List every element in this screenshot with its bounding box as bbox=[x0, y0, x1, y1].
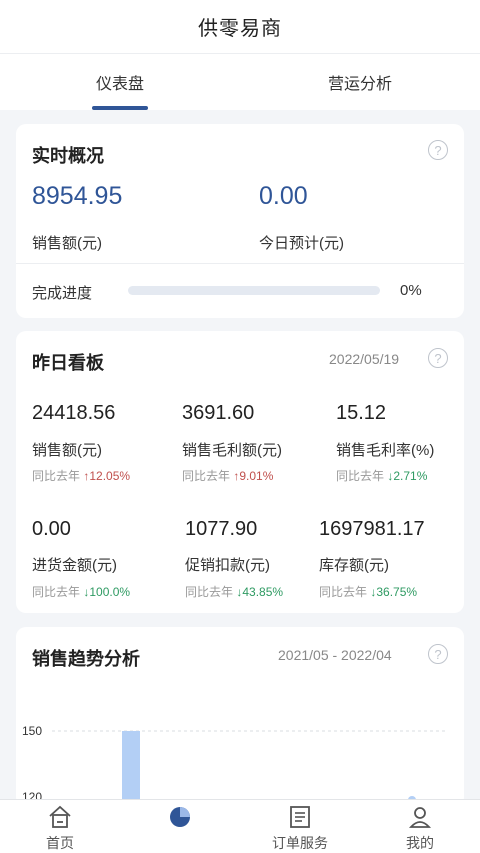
metric-label: 库存额(元) bbox=[319, 557, 389, 574]
yesterday-title: 昨日看板 bbox=[32, 353, 104, 373]
down-arrow-change: ↓100.0% bbox=[83, 585, 131, 599]
yesterday-card: 昨日看板 2022/05/19 ? 24418.56 销售额(元) 同比去年 ↑… bbox=[16, 331, 464, 613]
realtime-forecast-value: 0.00 bbox=[259, 182, 308, 210]
metric-value: 0.00 bbox=[32, 518, 71, 540]
user-icon bbox=[408, 807, 432, 828]
yesterday-date: 2022/05/19 bbox=[329, 351, 400, 367]
bottom-nav: 首页 订单服务 我的 bbox=[0, 799, 480, 853]
top-tabs: 仪表盘 营运分析 bbox=[0, 54, 480, 110]
metric-label: 进货金额(元) bbox=[32, 557, 117, 574]
metric-value: 3691.60 bbox=[182, 402, 255, 424]
metric-label: 销售毛利率(%) bbox=[336, 442, 435, 459]
progress-label: 完成进度 bbox=[32, 285, 93, 302]
metric-label: 销售额(元) bbox=[32, 442, 102, 459]
down-arrow-change: ↓2.71% bbox=[387, 469, 428, 483]
nav-mine-label: 我的 bbox=[406, 835, 434, 851]
app-title: 供零易商 bbox=[198, 18, 282, 40]
pie-chart-icon bbox=[170, 807, 190, 827]
nav-home-label: 首页 bbox=[46, 835, 74, 851]
down-arrow-change: ↓43.85% bbox=[236, 585, 284, 599]
sales-trend-card: 销售趋势分析 2021/05 - 2022/04 ? 150 120 bbox=[16, 627, 464, 807]
metric-label: 销售毛利额(元) bbox=[182, 442, 282, 459]
divider bbox=[16, 263, 464, 264]
metric-value: 1077.90 bbox=[185, 518, 258, 540]
down-arrow-change: ↓36.75% bbox=[370, 585, 418, 599]
nav-order-service[interactable]: 订单服务 bbox=[240, 800, 360, 853]
trend-bar bbox=[122, 731, 140, 807]
sales-trend-chart: 150 120 bbox=[22, 724, 446, 807]
metric-label: 促销扣款(元) bbox=[185, 557, 270, 574]
up-arrow-change: ↑12.05% bbox=[83, 469, 131, 483]
metric-value: 15.12 bbox=[336, 402, 387, 424]
nav-order-label: 订单服务 bbox=[272, 835, 328, 851]
progress-percent: 0% bbox=[400, 282, 422, 299]
tab-dashboard[interactable]: 仪表盘 bbox=[0, 54, 240, 110]
metric-yoy: 同比去年 ↓36.75% bbox=[319, 585, 418, 599]
home-icon bbox=[49, 805, 71, 828]
help-icon[interactable]: ? bbox=[428, 140, 448, 160]
help-icon[interactable]: ? bbox=[428, 348, 448, 368]
metric-yoy: 同比去年 ↑12.05% bbox=[32, 469, 131, 483]
realtime-title: 实时概况 bbox=[32, 146, 104, 166]
metric-yoy: 同比去年 ↓43.85% bbox=[185, 585, 284, 599]
tab-dashboard-label: 仪表盘 bbox=[95, 76, 144, 93]
active-tab-indicator bbox=[92, 106, 148, 110]
metric-value: 24418.56 bbox=[32, 402, 116, 424]
metric-value: 1697981.17 bbox=[319, 518, 425, 540]
y-tick-label: 150 bbox=[22, 724, 42, 738]
tab-operations-label: 营运分析 bbox=[327, 76, 392, 93]
realtime-sales-label: 销售额(元) bbox=[32, 235, 102, 252]
progress-bar bbox=[128, 286, 380, 295]
metric-yoy: 同比去年 ↓100.0% bbox=[32, 585, 131, 599]
app-header: 供零易商 bbox=[0, 0, 480, 54]
nav-mine[interactable]: 我的 bbox=[360, 800, 480, 853]
realtime-sales-value: 8954.95 bbox=[32, 182, 123, 210]
order-list-icon bbox=[290, 806, 310, 828]
nav-home[interactable]: 首页 bbox=[0, 800, 120, 853]
realtime-card: 实时概况 ? 8954.95 0.00 销售额(元) 今日预计(元) 完成进度 … bbox=[16, 124, 464, 318]
metric-yoy: 同比去年 ↓2.71% bbox=[336, 469, 428, 483]
realtime-forecast-label: 今日预计(元) bbox=[259, 235, 344, 252]
up-arrow-change: ↑9.01% bbox=[233, 469, 274, 483]
tab-operations-analysis[interactable]: 营运分析 bbox=[240, 54, 480, 110]
metric-yoy: 同比去年 ↑9.01% bbox=[182, 469, 274, 483]
nav-dashboard[interactable] bbox=[120, 800, 240, 853]
